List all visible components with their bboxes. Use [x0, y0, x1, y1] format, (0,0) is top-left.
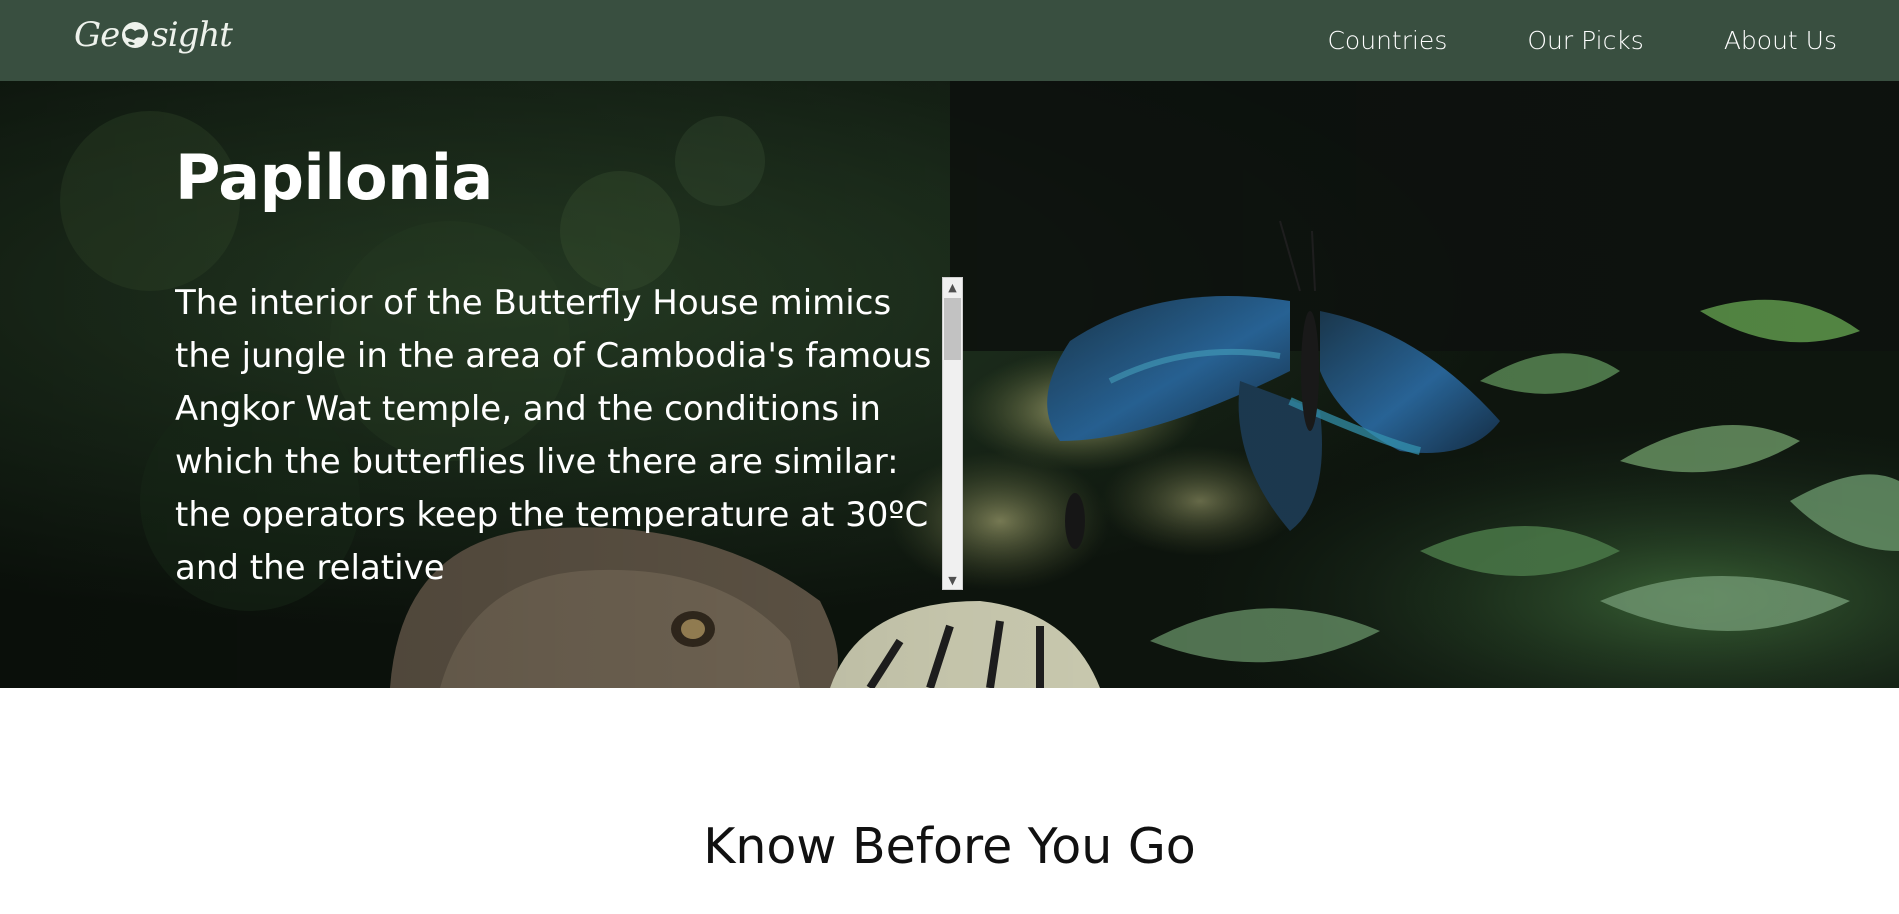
description-scrollbar[interactable]: ▲ ▼ — [942, 277, 963, 590]
main-nav: Countries Our Picks About Us — [1327, 0, 1837, 81]
nav-countries-link[interactable]: Countries — [1327, 26, 1447, 55]
hero-description: The interior of the Butterfly House mimi… — [175, 283, 932, 588]
site-logo[interactable]: Ge sight — [74, 12, 233, 58]
hero-description-box[interactable]: The interior of the Butterfly House mimi… — [175, 277, 963, 590]
logo-text-prefix: Ge — [74, 15, 120, 55]
hero-title: Papilonia — [175, 141, 493, 214]
hero-banner: Papilonia The interior of the Butterfly … — [0, 81, 1899, 688]
know-before-you-go-heading: Know Before You Go — [703, 818, 1196, 875]
top-navbar: Ge sight Countries Our Picks About Us — [0, 0, 1899, 81]
scrollbar-thumb[interactable] — [944, 298, 961, 360]
chevron-up-icon[interactable]: ▲ — [943, 278, 962, 296]
nav-about-us-link[interactable]: About Us — [1724, 26, 1837, 55]
nav-our-picks-link[interactable]: Our Picks — [1527, 26, 1643, 55]
globe-icon — [122, 22, 149, 48]
logo-text-suffix: sight — [151, 15, 233, 55]
chevron-down-icon[interactable]: ▼ — [943, 571, 962, 589]
